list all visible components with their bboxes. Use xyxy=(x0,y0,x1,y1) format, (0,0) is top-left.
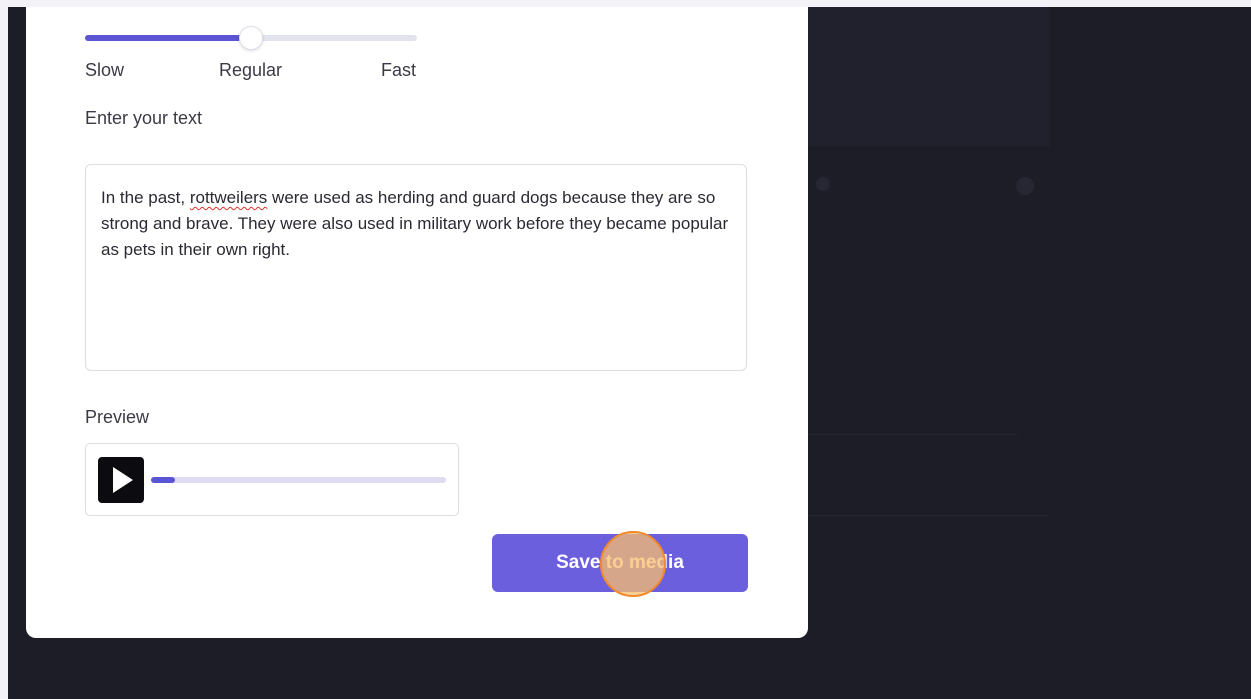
speed-label-fast: Fast xyxy=(381,60,417,80)
text-input-value: In the past, rottweilers were used as he… xyxy=(101,185,731,263)
background-divider xyxy=(798,515,1048,516)
text-input-label: Enter your text xyxy=(85,108,203,128)
audio-progress-fill xyxy=(151,477,175,483)
background-icon xyxy=(1016,177,1034,195)
background-panel xyxy=(798,7,1050,147)
speed-slider-thumb[interactable] xyxy=(239,26,263,50)
speed-slider-fill xyxy=(85,35,251,41)
speed-label-slow: Slow xyxy=(85,60,125,80)
misspelled-word: rottweilers xyxy=(189,188,268,207)
text-input[interactable]: In the past, rottweilers were used as he… xyxy=(85,164,747,371)
play-icon xyxy=(113,467,133,493)
preview-label: Preview xyxy=(85,407,150,427)
click-highlight xyxy=(600,531,666,597)
audio-preview-player xyxy=(85,443,459,516)
audio-progress-bar[interactable] xyxy=(151,477,446,483)
background-icon xyxy=(816,177,830,191)
speed-label-regular: Regular xyxy=(219,60,283,80)
app-background: Slow Regular Fast Enter your text In the… xyxy=(8,7,1251,699)
speed-slider[interactable] xyxy=(85,26,417,50)
play-button[interactable] xyxy=(98,457,144,503)
text-segment: In the past, xyxy=(101,188,190,207)
background-divider xyxy=(798,434,1018,435)
voiceover-dialog: Slow Regular Fast Enter your text In the… xyxy=(26,7,808,638)
